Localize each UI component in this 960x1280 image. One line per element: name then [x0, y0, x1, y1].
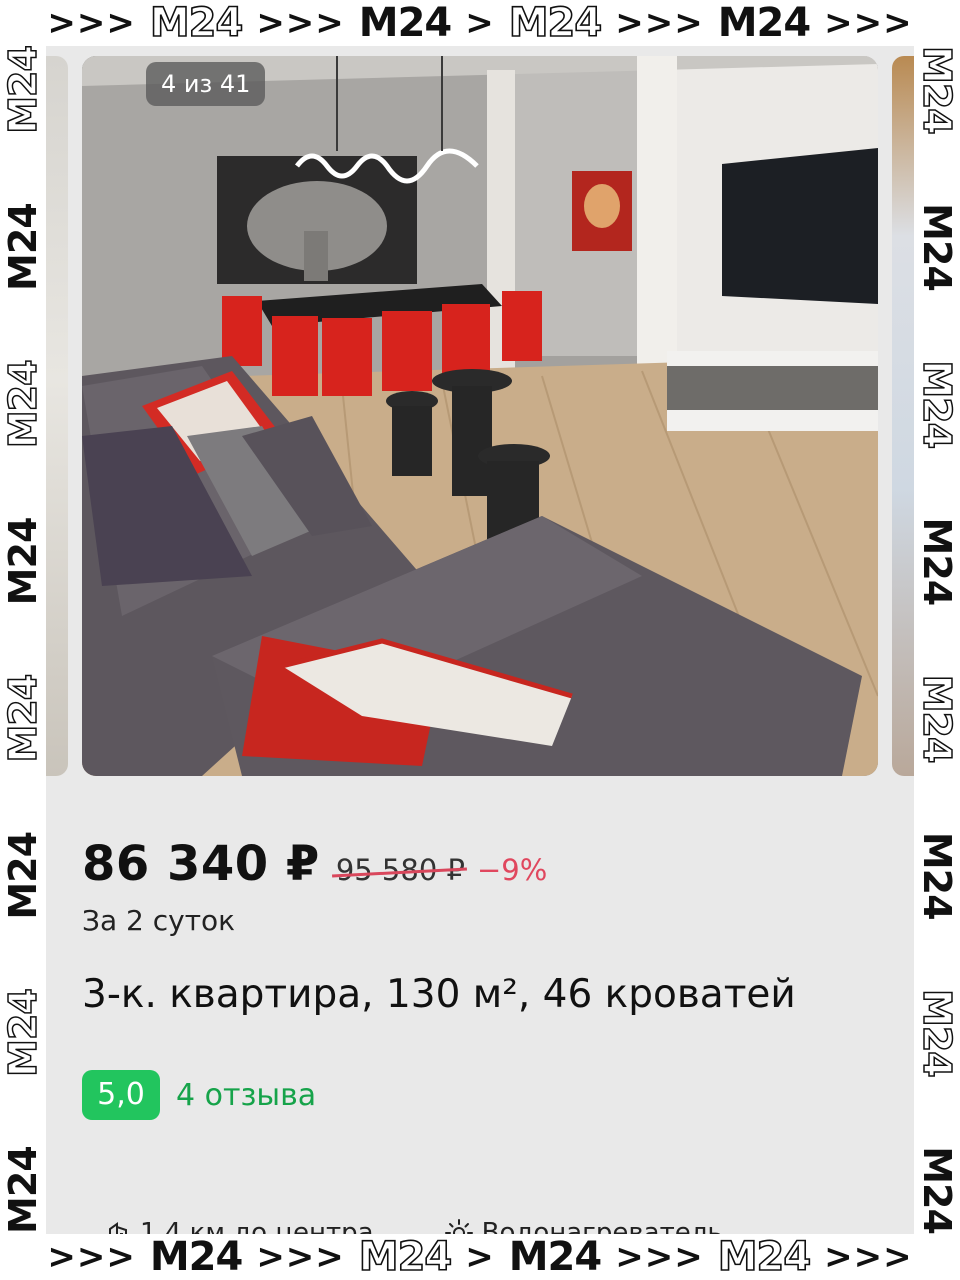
m24-logo: M24 [717, 0, 811, 46]
photo-counter-badge: 4 из 41 [146, 62, 266, 106]
m24-logo: M24 [0, 360, 46, 449]
m24-logo: M24 [914, 46, 960, 134]
m24-logo: M24 [914, 360, 960, 449]
m24-logo: M24 [915, 203, 959, 291]
next-photo-peek[interactable] [892, 56, 914, 776]
rating-row[interactable]: 5,0 4 отзыва [82, 1070, 316, 1120]
m24-right-banner: M24 M24 M24 M24 M24 M24 M24 M24 [914, 46, 960, 1234]
price-row: 86 340 ₽ 95 580 ₽ −9% [82, 836, 547, 896]
arrows: >>> [47, 3, 136, 43]
m24-logo: M24 [1, 517, 45, 606]
rating-badge: 5,0 [82, 1070, 160, 1120]
m24-bottom-banner: >>> M24 >>> M24 > M24 >>> M24 >>> [0, 1233, 960, 1280]
m24-logo: M24 [915, 1146, 959, 1234]
arrows: >>> [47, 1237, 136, 1277]
previous-photo-peek[interactable] [46, 56, 68, 776]
m24-logo: M24 [915, 831, 959, 920]
listing-title[interactable]: 3-к. квартира, 130 м², 46 кроватей [82, 972, 796, 1017]
m24-logo: M24 [358, 0, 452, 46]
arrows: >>> [256, 1237, 345, 1277]
arrows: >>> [824, 1237, 913, 1277]
arrows: >>> [615, 1237, 704, 1277]
gallery-photo[interactable]: 4 из 41 [82, 56, 878, 776]
m24-logo: M24 [508, 0, 603, 47]
feature-label: Водонагреватель [481, 1218, 723, 1234]
m24-logo: M24 [915, 517, 959, 606]
m24-logo: M24 [508, 1234, 602, 1280]
m24-logo: M24 [1, 831, 45, 920]
feature-distance: 1.4 км до центра [106, 1218, 374, 1234]
sun-icon [444, 1219, 473, 1234]
m24-logo: M24 [149, 1234, 243, 1280]
m24-logo: M24 [0, 988, 46, 1077]
arrows: >>> [256, 3, 345, 43]
price-period: За 2 суток [82, 904, 236, 937]
listing-card[interactable]: 4 из 41 86 340 ₽ 95 580 ₽ −9% За 2 суток… [46, 46, 914, 1234]
building-icon [109, 1222, 127, 1234]
living-room-photo [82, 56, 878, 776]
m24-logo: M24 [149, 0, 244, 47]
reviews-link[interactable]: 4 отзыва [176, 1078, 316, 1113]
feature-list: 1.4 км до центра Водонагреватель [106, 1218, 723, 1234]
m24-logo: M24 [914, 988, 960, 1077]
arrow: > [465, 1237, 495, 1277]
arrow: > [465, 3, 495, 43]
m24-logo: M24 [358, 1233, 453, 1280]
feature-label: 1.4 км до центра [140, 1218, 374, 1234]
m24-logo: M24 [717, 1233, 812, 1280]
current-price: 86 340 ₽ [82, 836, 320, 892]
arrows: >>> [615, 3, 704, 43]
m24-top-banner: >>> M24 >>> M24 > M24 >>> M24 >>> [0, 0, 960, 47]
m24-logo: M24 [0, 674, 46, 763]
feature-water-heater: Водонагреватель [444, 1218, 723, 1234]
m24-left-banner: M24 M24 M24 M24 M24 M24 M24 M24 [0, 46, 46, 1234]
discount-badge: −9% [476, 853, 548, 887]
m24-logo: M24 [1, 1146, 45, 1234]
m24-logo: M24 [914, 674, 960, 763]
m24-logo: M24 [0, 46, 46, 135]
arrows: >>> [824, 3, 913, 43]
m24-logo: M24 [1, 203, 45, 291]
old-price: 95 580 ₽ [335, 853, 465, 887]
